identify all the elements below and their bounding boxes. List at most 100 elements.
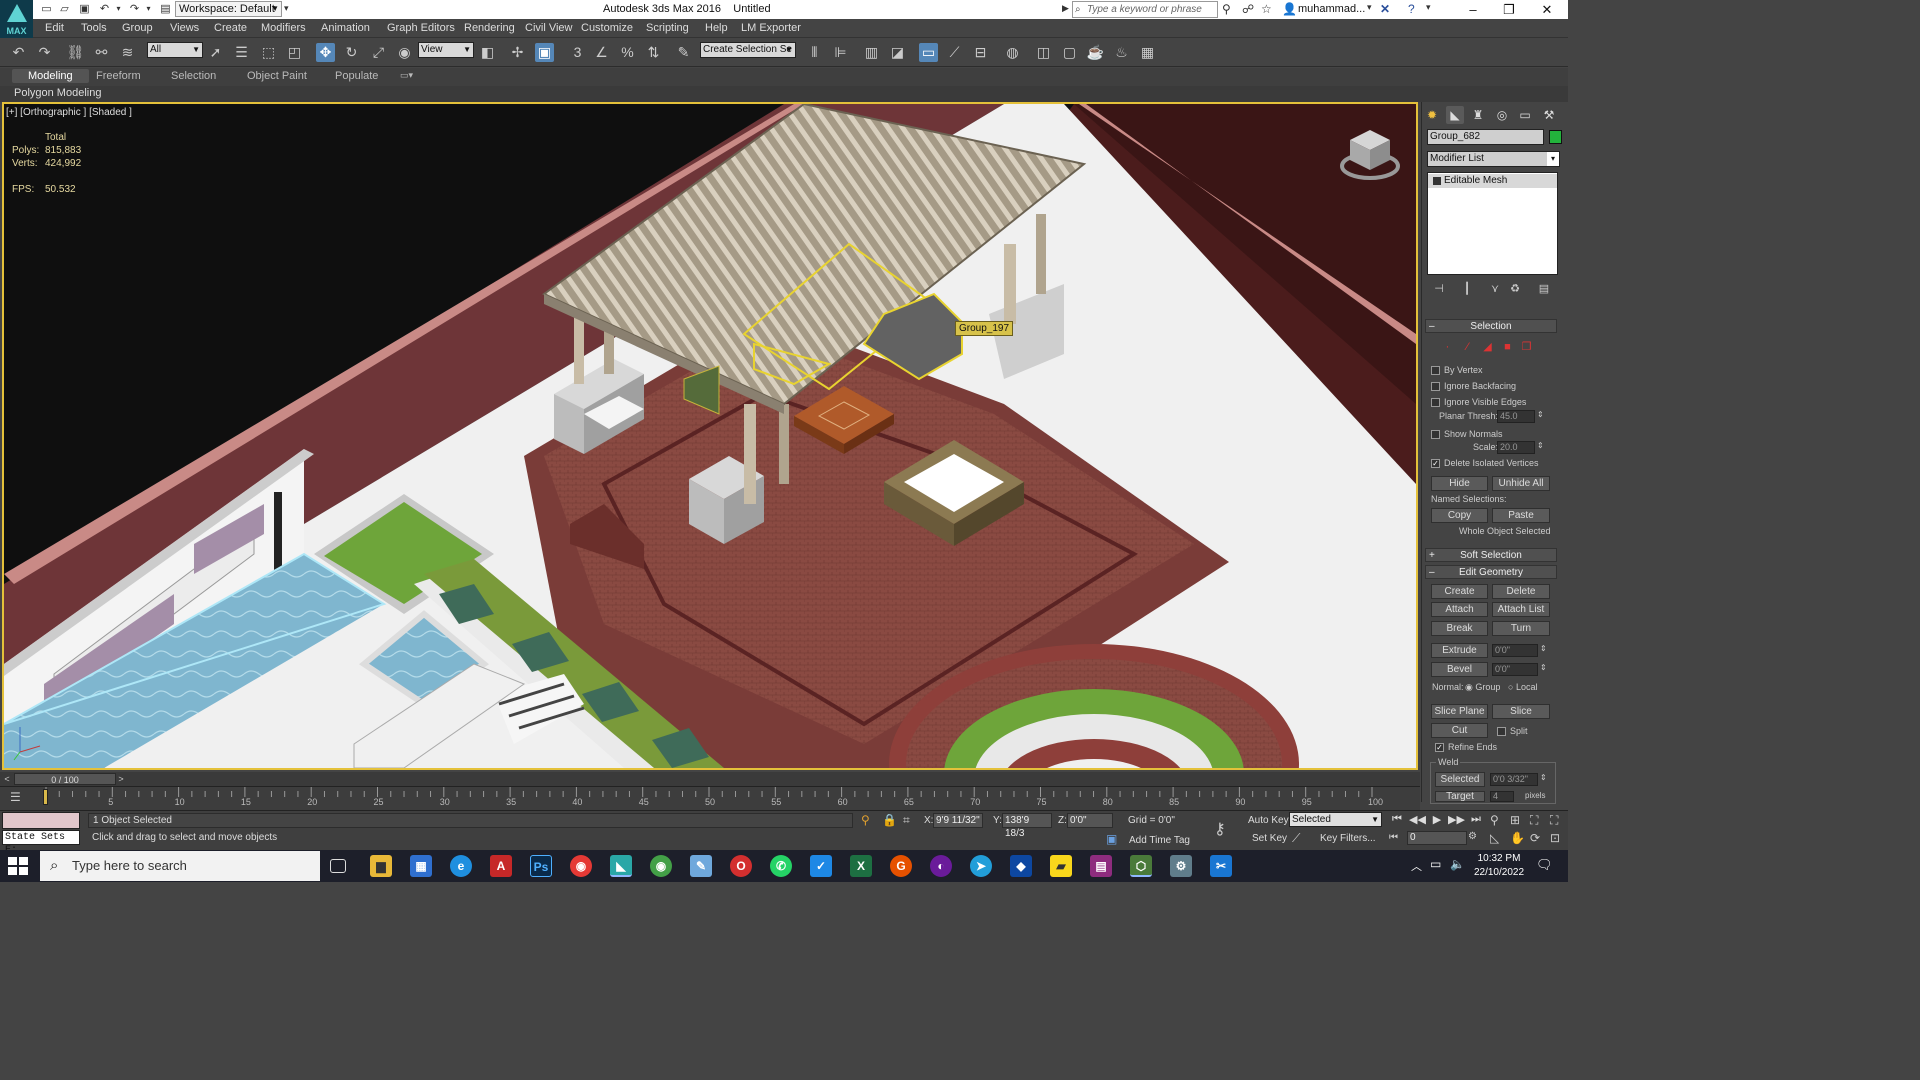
face-mode-icon[interactable]: ◢	[1481, 341, 1494, 354]
tab-object-paint[interactable]: Object Paint	[247, 70, 307, 82]
system-tray-chevron-icon[interactable]: ︿	[1411, 858, 1422, 874]
cube-app-icon[interactable]: ◆	[1010, 855, 1032, 877]
close-button[interactable]: ✕	[1529, 0, 1565, 19]
rectangle-selection-icon[interactable]: ⬚	[259, 43, 278, 62]
select-by-name-icon[interactable]: ☰	[232, 43, 251, 62]
add-time-tag[interactable]: Add Time Tag	[1129, 835, 1190, 846]
go-to-end-icon[interactable]: ⏭	[1468, 813, 1484, 826]
state-sets-field[interactable]: State Sets E:	[2, 830, 80, 856]
bind-space-warp-icon[interactable]: ≋	[118, 43, 137, 62]
menu-create[interactable]: Create	[214, 22, 247, 34]
x-coordinate-field[interactable]: 9'9 11/32"	[933, 813, 983, 828]
key-filters-button[interactable]: Key Filters...	[1320, 833, 1376, 844]
by-vertex-checkbox[interactable]: By Vertex	[1431, 364, 1483, 376]
edge-icon[interactable]: e	[450, 855, 472, 877]
taskbar-search-input[interactable]: ⌕ Type here to search	[40, 851, 320, 881]
scale-field[interactable]: 20.0	[1497, 441, 1535, 454]
weld-target-pixels-field[interactable]: 4	[1490, 791, 1514, 802]
user-dropdown-icon[interactable]: ▾	[1367, 2, 1372, 13]
redo-button[interactable]: ↷	[35, 43, 54, 62]
undo-button[interactable]: ↶	[9, 43, 28, 62]
utilities-tab-icon[interactable]: ⚒	[1540, 106, 1558, 124]
viewport-label[interactable]: [+] [Orthographic ] [Shaded ]	[6, 107, 132, 118]
edit-geometry-rollout[interactable]: – Edit Geometry	[1425, 565, 1557, 579]
z-coordinate-field[interactable]: 0'0"	[1067, 813, 1113, 828]
curve-editor-icon[interactable]: ⟋	[945, 43, 964, 62]
spinner-snap-icon[interactable]: ⇅	[644, 43, 663, 62]
cut-button[interactable]: Cut	[1431, 723, 1488, 738]
planar-thresh-field[interactable]: 45.0	[1497, 410, 1535, 423]
menu-animation[interactable]: Animation	[321, 22, 370, 34]
attach-button[interactable]: Attach	[1431, 602, 1488, 617]
delete-button[interactable]: Delete	[1492, 584, 1550, 599]
display-tab-icon[interactable]: ▭	[1516, 106, 1534, 124]
tab-populate[interactable]: Populate	[335, 70, 378, 82]
minimize-button[interactable]: –	[1455, 0, 1491, 19]
place-icon[interactable]: ◉	[395, 43, 414, 62]
open-file-icon[interactable]: ▱	[58, 3, 71, 15]
chrome-profile-icon[interactable]: ◉	[650, 855, 672, 877]
slice-plane-button[interactable]: Slice Plane	[1431, 704, 1488, 719]
file-explorer-icon[interactable]: ▆	[370, 855, 392, 877]
exchange-apps-icon[interactable]: ✕	[1380, 2, 1390, 16]
next-frame-arrow-icon[interactable]: >	[115, 772, 127, 786]
rendered-frame-window-icon[interactable]: ▢	[1060, 43, 1079, 62]
favorites-star-icon[interactable]: ☆	[1261, 2, 1272, 16]
split-checkbox[interactable]: Split	[1497, 725, 1528, 737]
select-and-move-icon[interactable]: ✥	[316, 43, 335, 62]
isolate-selection-icon[interactable]: ⚲	[861, 813, 870, 827]
create-tab-icon[interactable]: ✹	[1423, 106, 1441, 124]
qa-dropdown-icon[interactable]: ▾	[284, 3, 289, 14]
modifier-stack[interactable]: Editable Mesh	[1427, 172, 1558, 275]
normal-group-radio[interactable]: ◉ Group	[1465, 682, 1500, 693]
menu-lm-exporter[interactable]: LM Exporter	[741, 22, 801, 34]
spinner-icon[interactable]: ⇕	[1537, 441, 1544, 450]
delete-isolated-checkbox[interactable]: ✓ Delete Isolated Vertices	[1431, 457, 1539, 469]
stack-item-editable-mesh[interactable]: Editable Mesh	[1428, 174, 1557, 188]
undo-icon[interactable]: ↶	[98, 3, 111, 15]
menu-views[interactable]: Views	[170, 22, 199, 34]
tab-modeling[interactable]: Modeling	[12, 69, 89, 83]
layers-icon[interactable]: ◪	[888, 43, 907, 62]
app-logo[interactable]: MAX	[0, 0, 33, 38]
menu-tools[interactable]: Tools	[81, 22, 107, 34]
motion-tab-icon[interactable]: ◎	[1493, 106, 1511, 124]
notepad-icon[interactable]: ✎	[690, 855, 712, 877]
schematic-view-icon[interactable]: ⊟	[971, 43, 990, 62]
photoshop-icon[interactable]: Ps	[530, 855, 552, 877]
time-slider-thumb[interactable]: 0 / 100	[14, 773, 116, 785]
hierarchy-tab-icon[interactable]: ♜	[1469, 106, 1487, 124]
snaps-toggle-icon[interactable]: 3	[568, 43, 587, 62]
previous-frame-arrow-icon[interactable]: <	[1, 772, 13, 786]
zoom-extents-all-icon[interactable]: ⛶	[1550, 813, 1558, 828]
zoom-extents-icon[interactable]: ⛶	[1530, 813, 1538, 828]
window-crossing-icon[interactable]: ◰	[285, 43, 304, 62]
current-frame-field[interactable]: 0	[1407, 831, 1467, 845]
time-slider[interactable]: < 0 / 100 >	[0, 772, 1420, 786]
percent-snap-icon[interactable]: %	[618, 43, 637, 62]
unhide-all-button[interactable]: Unhide All	[1492, 476, 1550, 491]
maxscript-listener[interactable]	[2, 812, 80, 829]
field-of-view-icon[interactable]: ◺	[1490, 831, 1499, 845]
show-end-result-icon[interactable]: ┃	[1460, 282, 1474, 296]
help-search-input[interactable]: ⌕ Type a keyword or phrase	[1072, 1, 1218, 18]
modifier-list-select[interactable]: Modifier List ▾	[1427, 151, 1560, 167]
new-file-icon[interactable]: ▭	[40, 3, 53, 15]
undo-dropdown-icon[interactable]: ▾	[112, 3, 125, 15]
selection-lock-icon[interactable]: 🔒	[882, 813, 897, 827]
save-icon[interactable]: ▣	[78, 3, 91, 15]
menu-customize[interactable]: Customize	[581, 22, 633, 34]
polygon-mode-icon[interactable]: ■	[1501, 341, 1514, 354]
todo-icon[interactable]: ✓	[810, 855, 832, 877]
render-production-icon[interactable]: ☕	[1086, 43, 1105, 62]
search-expand-icon[interactable]: ▶	[1062, 3, 1069, 14]
next-frame-icon[interactable]: ▶▶	[1448, 813, 1465, 826]
project-folder-icon[interactable]: ▤	[159, 3, 172, 15]
hide-button[interactable]: Hide	[1431, 476, 1488, 491]
pivot-center-icon[interactable]: ◧	[478, 43, 497, 62]
vertex-mode-icon[interactable]: ·	[1441, 341, 1454, 354]
y-coordinate-field[interactable]: 138'9 18/3	[1002, 813, 1052, 839]
spinner-icon[interactable]: ⇕	[1540, 663, 1547, 672]
winrar-icon[interactable]: ▤	[1090, 855, 1112, 877]
zoom-all-icon[interactable]: ⊞	[1510, 813, 1520, 827]
